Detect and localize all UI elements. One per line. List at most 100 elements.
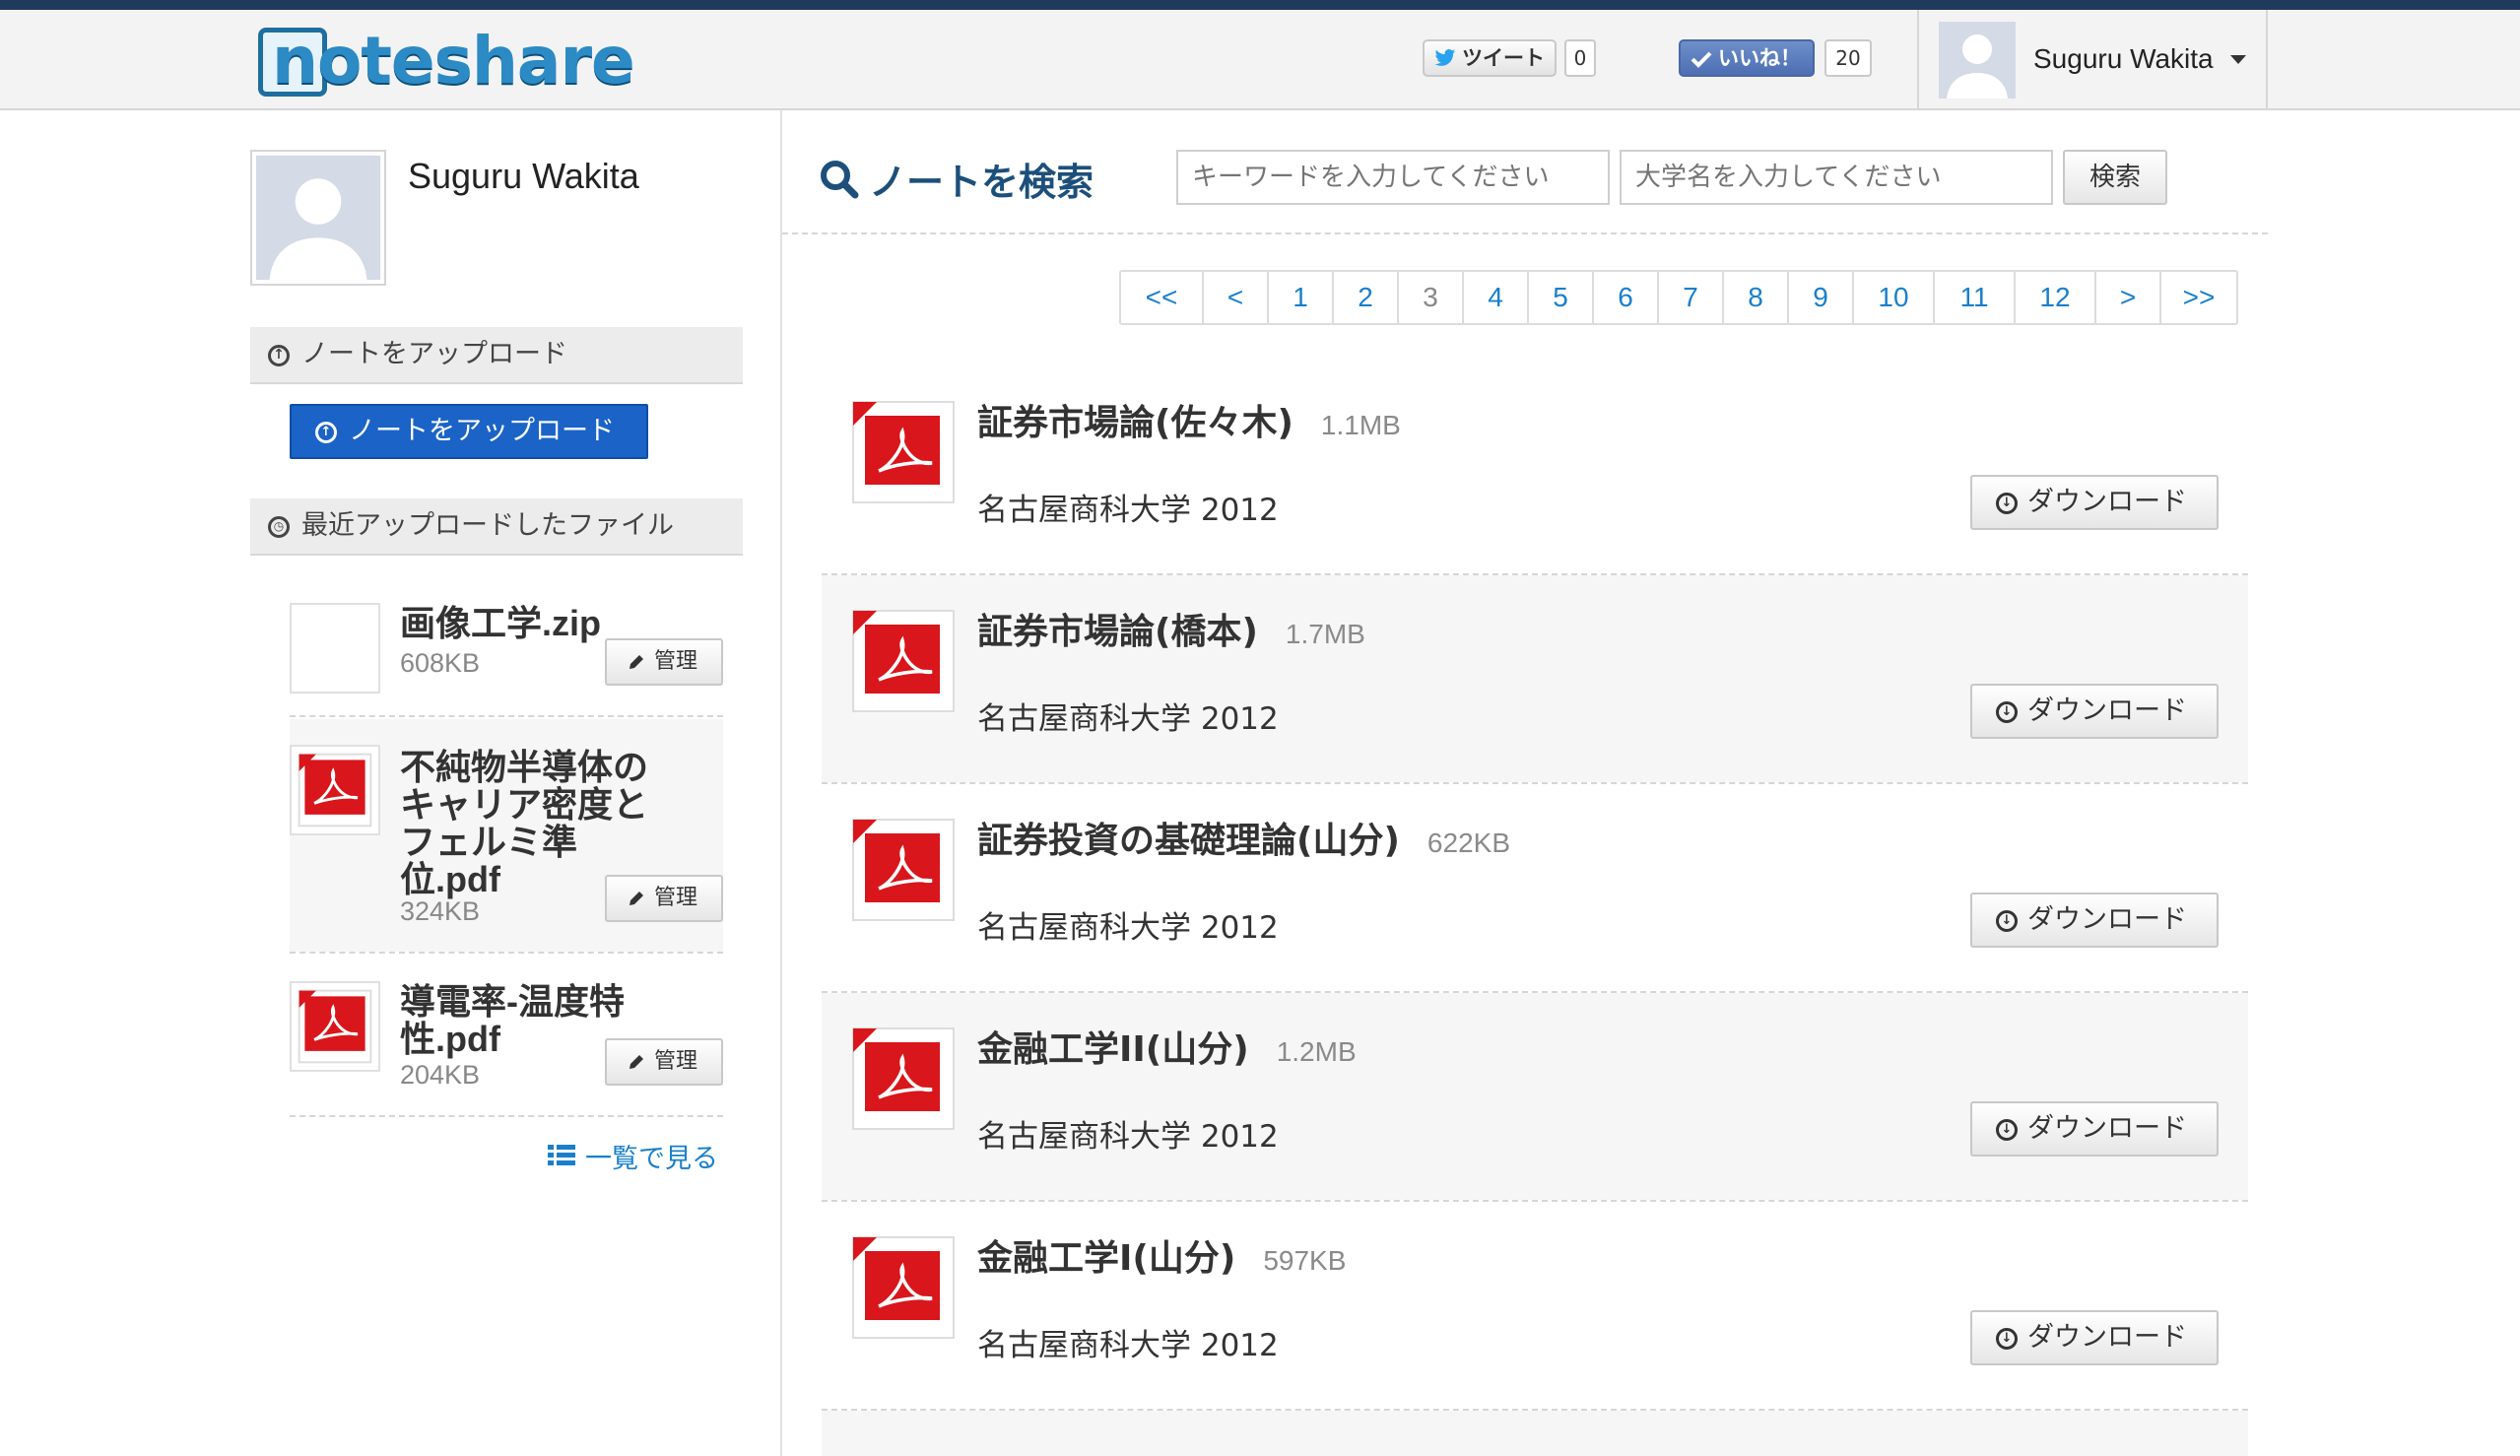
logo-text: noteshare (272, 23, 635, 99)
keyword-search-input[interactable] (1176, 150, 1610, 205)
like-button[interactable]: いいね！ (1679, 39, 1815, 77)
pdf-file-icon (852, 1027, 955, 1130)
download-label: ダウンロード (2027, 695, 2187, 726)
page-link[interactable]: 9 (1789, 272, 1854, 323)
download-circle-icon: ↓ (1996, 701, 2018, 723)
page-link[interactable]: 5 (1529, 272, 1594, 323)
recent-file-item[interactable]: 不純物半導体のキャリア密度とフェルミ準位.pdf 324KB 管理 (290, 719, 723, 952)
tweet-count: 0 (1564, 39, 1596, 77)
note-row[interactable]: 金融工学I(山分) 597KB 名古屋商科大学 2012 ↓ ダウンロード (822, 1202, 2248, 1409)
top-stripe (0, 0, 2520, 10)
note-university: 名古屋商科大学 2012 (977, 1119, 1279, 1155)
page-last[interactable]: >> (2161, 272, 2236, 323)
pagination: << < 1 2 3 4 5 6 7 8 9 10 11 12 > >> (1119, 270, 2238, 325)
upload-button-label: ノートをアップロード (349, 416, 615, 446)
divider (290, 1115, 723, 1117)
pencil-icon (630, 1055, 643, 1069)
download-button[interactable]: ↓ ダウンロード (1970, 1310, 2219, 1365)
note-size: 1.1MB (1320, 410, 1401, 440)
note-university: 名古屋商科大学 2012 (977, 493, 1279, 528)
recent-file-size: 608KB (400, 648, 481, 678)
note-title-text: 金融工学I(山分) (977, 1238, 1236, 1279)
note-size: 597KB (1263, 1245, 1347, 1276)
divider (782, 232, 2268, 234)
upload-heading-text: ノートをアップロード (301, 339, 567, 369)
note-row[interactable]: 金融工学II(山分) 1.2MB 名古屋商科大学 2012 ↓ ダウンロード (822, 993, 2248, 1200)
download-button[interactable]: ↓ ダウンロード (1970, 475, 2219, 530)
page-link[interactable]: 2 (1334, 272, 1399, 323)
page-next[interactable]: > (2096, 272, 2161, 323)
download-button[interactable]: ↓ ダウンロード (1970, 893, 2219, 948)
download-circle-icon: ↓ (1996, 910, 2018, 932)
recent-file-size: 204KB (400, 1060, 481, 1090)
note-row[interactable]: 証券市場論(佐々木) 1.1MB 名古屋商科大学 2012 ↓ ダウンロード (822, 366, 2248, 573)
pdf-file-icon (852, 819, 955, 921)
recent-file-item[interactable]: 導電率-温度特性.pdf 204KB 管理 (290, 965, 723, 1105)
manage-button[interactable]: 管理 (605, 1038, 723, 1086)
note-title[interactable]: 金融工学II(山分) 1.2MB (977, 1021, 1357, 1072)
note-title[interactable]: 証券市場論(橋本) 1.7MB (977, 603, 1365, 654)
search-title: ノートを検索 (869, 161, 1094, 204)
university-search-input[interactable] (1620, 150, 2053, 205)
note-university: 名古屋商科大学 2012 (977, 910, 1279, 946)
recent-files-heading: ◷ 最近アップロードしたファイル (250, 498, 743, 556)
pdf-file-icon (290, 981, 380, 1072)
manage-label: 管理 (654, 886, 698, 910)
download-circle-icon: ↓ (1996, 493, 2018, 514)
like-count: 20 (1824, 39, 1872, 77)
user-menu[interactable]: Suguru Wakita (1917, 10, 2268, 108)
download-label: ダウンロード (2027, 1322, 2187, 1353)
recent-file-item[interactable]: 画像工学.zip 608KB 管理 (290, 603, 723, 711)
note-row[interactable]: 証券投資の基礎理論(山分) 622KB 名古屋商科大学 2012 ↓ ダウンロード (822, 784, 2248, 991)
manage-button[interactable]: 管理 (605, 875, 723, 922)
note-title-text: 証券市場論(橋本) (977, 612, 1258, 652)
sidebar-divider (780, 110, 782, 1456)
page-prev[interactable]: < (1204, 272, 1269, 323)
upload-note-button[interactable]: ↑ ノートをアップロード (290, 404, 648, 459)
manage-button[interactable]: 管理 (605, 638, 723, 686)
zip-file-icon (290, 603, 380, 694)
noteshare-logo[interactable]: noteshare (258, 16, 635, 100)
clock-icon: ◷ (268, 516, 290, 538)
upload-circle-icon: ↑ (315, 422, 337, 443)
page-link[interactable]: 4 (1464, 272, 1529, 323)
profile-name: Suguru Wakita (408, 156, 639, 196)
page-link[interactable]: 1 (1269, 272, 1334, 323)
search-button[interactable]: 検索 (2063, 150, 2167, 205)
download-label: ダウンロード (2027, 1113, 2187, 1144)
download-button[interactable]: ↓ ダウンロード (1970, 1101, 2219, 1157)
page-link[interactable]: 6 (1594, 272, 1659, 323)
pdf-file-icon (852, 1236, 955, 1339)
divider (290, 715, 723, 717)
page-link[interactable]: 10 (1854, 272, 1935, 323)
download-label: ダウンロード (2027, 904, 2187, 935)
divider (290, 952, 723, 954)
user-name: Suguru Wakita (2033, 43, 2214, 74)
note-university: 名古屋商科大学 2012 (977, 701, 1279, 737)
download-button[interactable]: ↓ ダウンロード (1970, 684, 2219, 739)
note-title-text: 証券投資の基礎理論(山分) (977, 821, 1400, 861)
page-link[interactable]: 7 (1659, 272, 1724, 323)
note-title[interactable]: 証券投資の基礎理論(山分) 622KB (977, 812, 1510, 863)
pdf-file-icon (852, 401, 955, 503)
recent-file-size: 324KB (400, 896, 481, 926)
page-current[interactable]: 3 (1399, 272, 1464, 323)
page-link[interactable]: 8 (1724, 272, 1789, 323)
note-size: 1.2MB (1276, 1036, 1357, 1067)
tweet-button[interactable]: ツイート (1423, 39, 1557, 77)
note-university: 名古屋商科大学 2012 (977, 1328, 1279, 1363)
page-first[interactable]: << (1121, 272, 1204, 323)
note-title[interactable]: 金融工学I(山分) 597KB (977, 1229, 1346, 1281)
note-size: 622KB (1426, 827, 1510, 858)
profile-avatar-icon[interactable] (250, 150, 386, 286)
note-title-text: 証券市場論(佐々木) (977, 403, 1293, 443)
recent-file-name: 画像工学.zip (400, 603, 601, 643)
check-icon (1691, 51, 1712, 68)
note-row[interactable]: 証券市場論(橋本) 1.7MB 名古屋商科大学 2012 ↓ ダウンロード (822, 575, 2248, 782)
page-link[interactable]: 11 (1935, 272, 2016, 323)
note-title[interactable]: 証券市場論(佐々木) 1.1MB (977, 394, 1401, 445)
manage-label: 管理 (654, 1049, 698, 1074)
page-link[interactable]: 12 (2016, 272, 2096, 323)
download-circle-icon: ↓ (1996, 1328, 2018, 1350)
recent-heading-text: 最近アップロードしたファイル (301, 510, 674, 541)
